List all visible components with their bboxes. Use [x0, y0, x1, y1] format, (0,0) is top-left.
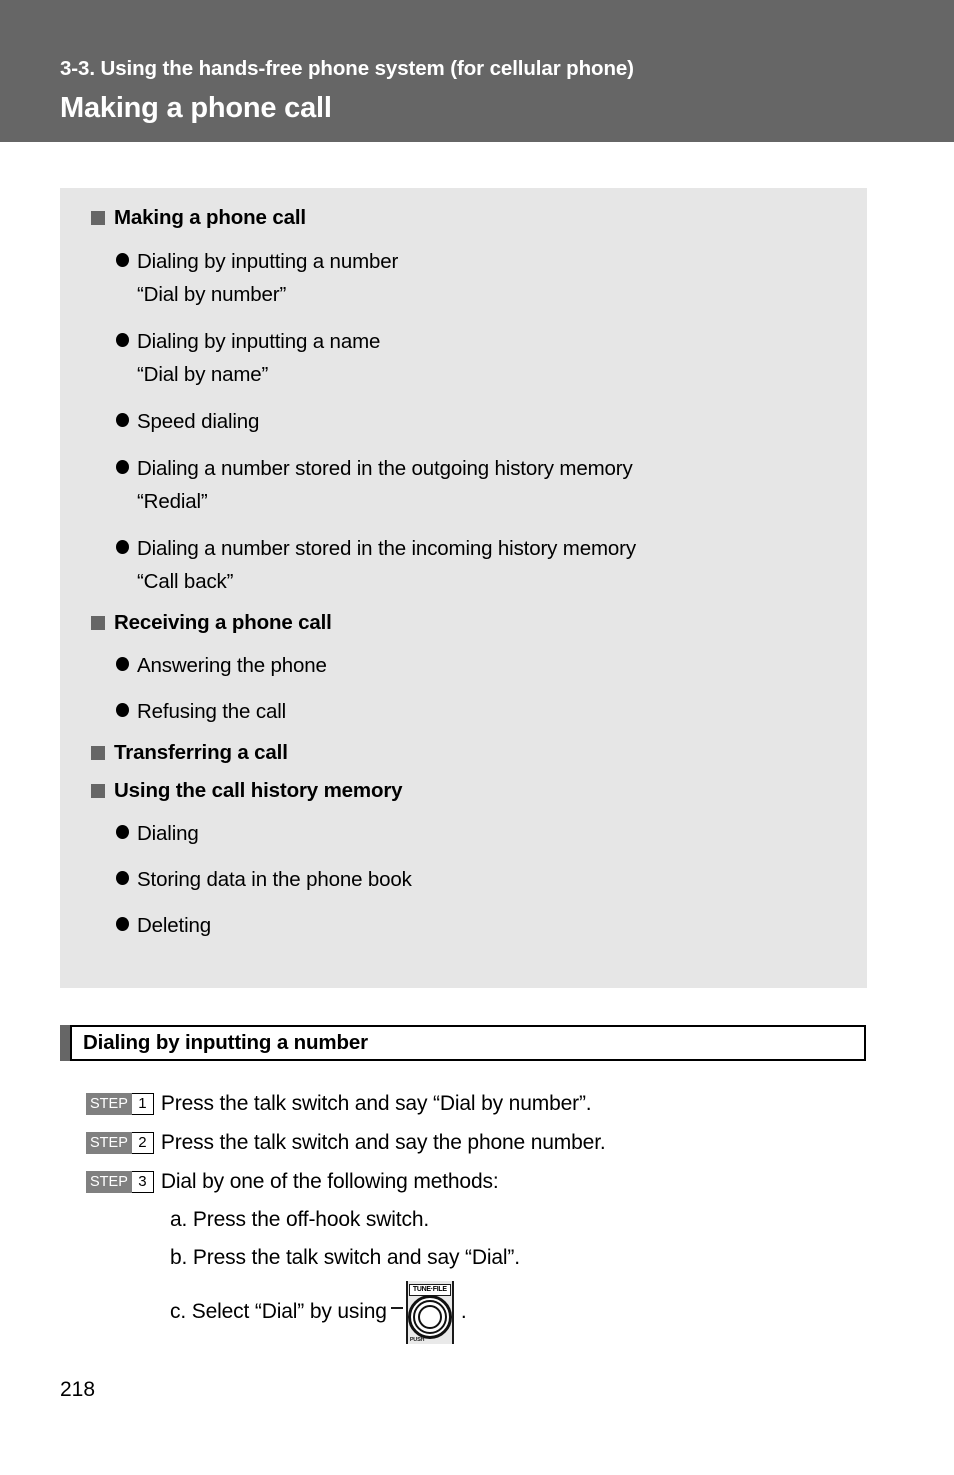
page-header-band: 3-3. Using the hands-free phone system (…	[0, 0, 954, 142]
method-list: a. Press the off-hook switch. b. Press t…	[170, 1201, 870, 1347]
overview-list-item-label: Dialing	[137, 822, 199, 845]
overview-list-item-label: Dialing a number stored in the incoming …	[137, 532, 636, 598]
overview-group-heading-label: Using the call history memory	[114, 779, 403, 802]
overview-list-item: Dialing by inputting a name “Dial by nam…	[91, 325, 853, 391]
step-word-label: STEP	[86, 1092, 132, 1115]
knob-inner-ring-icon	[417, 1304, 442, 1329]
overview-list-item-label: Storing data in the phone book	[137, 868, 412, 891]
step-number-label: 3	[131, 1170, 154, 1193]
round-bullet-icon	[116, 871, 129, 885]
overview-list-item-label: Deleting	[137, 914, 212, 937]
overview-item-text: Dialing by inputting a number	[137, 250, 399, 273]
section-header-box: Dialing by inputting a number	[70, 1025, 866, 1061]
page-number: 218	[60, 1378, 96, 1401]
overview-group-heading-label: Making a phone call	[114, 206, 306, 229]
square-bullet-icon	[91, 211, 105, 225]
overview-group-heading: Receiving a phone call	[91, 610, 853, 636]
page-title: Making a phone call	[60, 92, 332, 124]
overview-content: Making a phone call Dialing by inputting…	[91, 205, 853, 942]
overview-group-heading-label: Receiving a phone call	[114, 611, 332, 634]
overview-list-item-label: Dialing by inputting a name “Dial by nam…	[137, 325, 380, 391]
method-row-a: a. Press the off-hook switch.	[170, 1201, 870, 1239]
overview-list-item: Dialing a number stored in the incoming …	[91, 532, 853, 598]
method-row-c: c. Select “Dial” by using TUNE·FILE PUSH…	[170, 1277, 870, 1347]
overview-list-item-label: Answering the phone	[137, 654, 327, 677]
rotary-knob-icon: TUNE·FILE PUSH	[402, 1280, 457, 1344]
overview-item-text: Dialing a number stored in the incoming …	[137, 537, 636, 560]
tune-file-label: TUNE·FILE	[408, 1283, 451, 1296]
section-accent-tab	[60, 1025, 70, 1061]
square-bullet-icon	[91, 784, 105, 798]
step-word-label: STEP	[86, 1131, 132, 1154]
method-row-b: b. Press the talk switch and say “Dial”.	[170, 1239, 870, 1277]
step-word-label: STEP	[86, 1170, 132, 1193]
round-bullet-icon	[116, 825, 129, 839]
step-instruction-text: Press the talk switch and say “Dial by n…	[160, 1091, 592, 1115]
round-bullet-icon	[116, 413, 129, 427]
overview-group-heading: Using the call history memory	[91, 778, 853, 804]
overview-item-subtext: “Dial by name”	[137, 363, 269, 386]
overview-list-item: Dialing	[91, 817, 853, 850]
method-text-c-trailing: .	[460, 1300, 467, 1323]
overview-item-subtext: “Dial by number”	[137, 283, 287, 306]
step-badge: STEP 1	[86, 1092, 154, 1115]
overview-item-text: Dialing by inputting a name	[137, 330, 381, 353]
round-bullet-icon	[116, 460, 129, 474]
round-bullet-icon	[116, 657, 129, 671]
step-number-label: 2	[131, 1131, 154, 1154]
round-bullet-icon	[116, 540, 129, 554]
tune-file-knob-icon: TUNE·FILE PUSH	[390, 1280, 457, 1344]
overview-list-item: Answering the phone	[91, 649, 853, 682]
step-instruction-text: Press the talk switch and say the phone …	[160, 1130, 606, 1154]
round-bullet-icon	[116, 333, 129, 347]
overview-item-subtext: “Call back”	[137, 570, 234, 593]
chapter-heading: 3-3. Using the hands-free phone system (…	[60, 57, 634, 80]
overview-list-item-label: Refusing the call	[137, 700, 287, 723]
section-header-bar: Dialing by inputting a number	[60, 1025, 866, 1061]
step-list: STEP 1 Press the talk switch and say “Di…	[86, 1084, 886, 1201]
overview-list-item: Dialing by inputting a number “Dial by n…	[91, 245, 853, 311]
overview-item-text: Dialing a number stored in the outgoing …	[137, 457, 633, 480]
overview-group-heading: Making a phone call	[91, 205, 853, 231]
method-text-a: a. Press the off-hook switch.	[170, 1208, 430, 1231]
step-badge: STEP 2	[86, 1131, 154, 1154]
square-bullet-icon	[91, 616, 105, 630]
overview-panel: Making a phone call Dialing by inputting…	[60, 188, 867, 988]
method-text-b: b. Press the talk switch and say “Dial”.	[170, 1246, 520, 1269]
step-number-label: 1	[131, 1092, 154, 1115]
overview-item-subtext: “Redial”	[137, 490, 208, 513]
overview-list-item: Deleting	[91, 909, 853, 942]
overview-group-heading-label: Transferring a call	[114, 741, 288, 764]
method-text-c: c. Select “Dial” by using	[170, 1300, 387, 1323]
square-bullet-icon	[91, 746, 105, 760]
overview-list-item: Speed dialing	[91, 405, 853, 438]
overview-list-item: Storing data in the phone book	[91, 863, 853, 896]
round-bullet-icon	[116, 253, 129, 267]
section-header-label: Dialing by inputting a number	[83, 1031, 368, 1054]
push-label: PUSH	[409, 1336, 425, 1343]
overview-list-item-label: Speed dialing	[137, 410, 260, 433]
step-badge: STEP 3	[86, 1170, 154, 1193]
round-bullet-icon	[116, 917, 129, 931]
step-row: STEP 1 Press the talk switch and say “Di…	[86, 1084, 886, 1123]
overview-group-heading: Transferring a call	[91, 740, 853, 766]
round-bullet-icon	[116, 703, 129, 717]
step-row: STEP 2 Press the talk switch and say the…	[86, 1123, 886, 1162]
step-instruction-text: Dial by one of the following methods:	[160, 1169, 499, 1193]
overview-list-item-label: Dialing a number stored in the outgoing …	[137, 452, 633, 518]
overview-list-item-label: Dialing by inputting a number “Dial by n…	[137, 245, 398, 311]
overview-list-item: Dialing a number stored in the outgoing …	[91, 452, 853, 518]
step-row: STEP 3 Dial by one of the following meth…	[86, 1162, 886, 1201]
overview-list-item: Refusing the call	[91, 695, 853, 728]
